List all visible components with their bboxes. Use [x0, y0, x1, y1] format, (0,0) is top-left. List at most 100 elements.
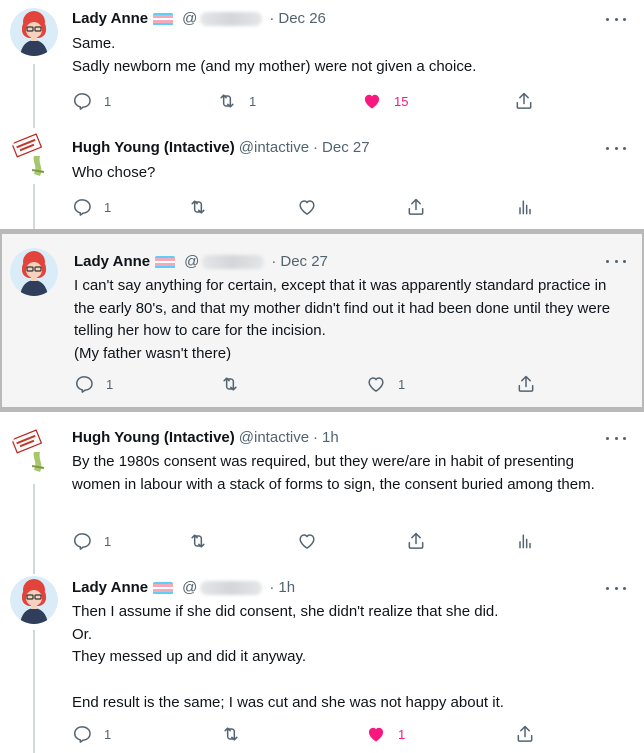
reply-button[interactable]: 1	[72, 531, 111, 551]
more-icon[interactable]	[606, 581, 626, 595]
reply-button[interactable]: 1	[74, 374, 113, 394]
like-count: 15	[394, 93, 409, 109]
tweet-text: I can't say anything for certain, except…	[74, 277, 611, 363]
author-name[interactable]: Lady Anne	[74, 252, 150, 272]
retweet-count: 1	[249, 93, 257, 109]
thread-line	[33, 630, 35, 753]
tweet-header: Lady Anne @ · 1h	[72, 578, 295, 598]
share-icon	[515, 724, 535, 744]
share-button[interactable]	[514, 91, 534, 111]
separator: ·	[269, 10, 275, 27]
timestamp[interactable]: 1h	[322, 428, 339, 448]
heart-icon	[362, 91, 382, 111]
thread-line	[33, 184, 35, 229]
like-count: 1	[398, 726, 406, 742]
share-icon	[406, 531, 426, 551]
reply-icon	[72, 531, 92, 551]
tweet-header: Hugh Young (Intactive) @intactive · Dec …	[72, 138, 370, 158]
author-handle[interactable]: @	[182, 578, 197, 598]
timestamp[interactable]: 1h	[278, 578, 295, 598]
tweet-text: Same. Sadly newborn me (and my mother) w…	[72, 35, 477, 75]
retweet-button[interactable]: 1	[217, 91, 256, 111]
share-button[interactable]	[515, 724, 535, 744]
separator: ·	[269, 579, 275, 596]
retweet-icon	[188, 531, 208, 551]
like-button[interactable]	[297, 531, 317, 551]
analytics-button[interactable]	[515, 197, 535, 217]
more-icon[interactable]	[606, 254, 626, 268]
reply-count: 1	[104, 726, 112, 742]
analytics-icon	[515, 197, 535, 217]
timestamp[interactable]: Dec 27	[280, 252, 328, 272]
heart-icon	[297, 197, 317, 217]
separator: ·	[313, 139, 319, 156]
tweet-text: Then I assume if she did consent, she di…	[72, 603, 504, 711]
tweet-text: By the 1980s consent was required, but t…	[72, 453, 595, 493]
more-icon[interactable]	[606, 12, 626, 26]
author-handle[interactable]: @intactive	[239, 138, 309, 158]
more-icon[interactable]	[606, 141, 626, 155]
separator: ·	[313, 429, 319, 446]
reply-count: 1	[104, 93, 112, 109]
like-button[interactable]	[297, 197, 317, 217]
tweet-header: Lady Anne @ · Dec 26	[72, 9, 326, 29]
redacted-handle	[200, 12, 263, 26]
share-icon	[516, 374, 536, 394]
analytics-button[interactable]	[515, 531, 535, 551]
retweet-icon	[220, 374, 240, 394]
author-handle[interactable]: @intactive	[239, 428, 309, 448]
tweet[interactable]: Hugh Young (Intactive) @intactive · Dec …	[0, 122, 644, 229]
tweet-text: Who chose?	[72, 164, 156, 181]
reply-button[interactable]: 1	[72, 197, 111, 217]
analytics-icon	[515, 531, 535, 551]
reply-icon	[72, 91, 92, 111]
retweet-button[interactable]	[220, 374, 240, 394]
share-button[interactable]	[406, 197, 426, 217]
reply-icon	[72, 197, 92, 217]
retweet-button[interactable]	[188, 197, 208, 217]
trans-flag-icon	[153, 581, 174, 595]
reply-count: 1	[106, 376, 114, 392]
author-name[interactable]: Lady Anne	[72, 9, 148, 29]
trans-flag-icon	[153, 12, 174, 26]
heart-icon	[366, 374, 386, 394]
avatar[interactable]	[10, 576, 58, 624]
tweet-thread: Lady Anne @ · Dec 26 Same. Sadly newborn…	[0, 0, 644, 753]
reply-icon	[72, 724, 92, 744]
timestamp[interactable]: Dec 26	[278, 9, 326, 29]
author-name[interactable]: Hugh Young (Intactive)	[72, 428, 235, 448]
thread-line	[33, 484, 35, 562]
like-button[interactable]: 1	[366, 374, 405, 394]
author-handle[interactable]: @	[182, 9, 197, 29]
reply-count: 1	[104, 533, 112, 549]
reply-count: 1	[104, 199, 112, 215]
reply-icon	[74, 374, 94, 394]
avatar[interactable]	[10, 132, 58, 180]
avatar[interactable]	[10, 8, 58, 56]
tweet-header: Hugh Young (Intactive) @intactive · 1h	[72, 428, 339, 448]
avatar[interactable]	[10, 428, 58, 476]
retweet-button[interactable]	[221, 724, 241, 744]
share-button[interactable]	[406, 531, 426, 551]
redacted-handle	[202, 255, 265, 269]
tweet-header: Lady Anne @ · Dec 27	[74, 252, 328, 272]
tweet-focused[interactable]: Lady Anne @ · Dec 27 I can't say anythin…	[0, 229, 644, 412]
share-icon	[406, 197, 426, 217]
author-name[interactable]: Lady Anne	[72, 578, 148, 598]
reply-button[interactable]: 1	[72, 724, 111, 744]
thread-line	[33, 64, 35, 122]
timestamp[interactable]: Dec 27	[322, 138, 370, 158]
tweet[interactable]: Hugh Young (Intactive) @intactive · 1h B…	[0, 412, 644, 562]
avatar[interactable]	[10, 248, 58, 296]
tweet[interactable]: Lady Anne @ · 1h Then I assume if she di…	[0, 562, 644, 753]
like-button[interactable]: 1	[366, 724, 405, 744]
more-icon[interactable]	[606, 431, 626, 445]
author-handle[interactable]: @	[184, 252, 199, 272]
author-name[interactable]: Hugh Young (Intactive)	[72, 138, 235, 158]
separator: ·	[271, 253, 277, 270]
retweet-button[interactable]	[188, 531, 208, 551]
like-button[interactable]: 15	[362, 91, 408, 111]
tweet[interactable]: Lady Anne @ · Dec 26 Same. Sadly newborn…	[0, 0, 644, 122]
reply-button[interactable]: 1	[72, 91, 111, 111]
share-button[interactable]	[516, 374, 536, 394]
